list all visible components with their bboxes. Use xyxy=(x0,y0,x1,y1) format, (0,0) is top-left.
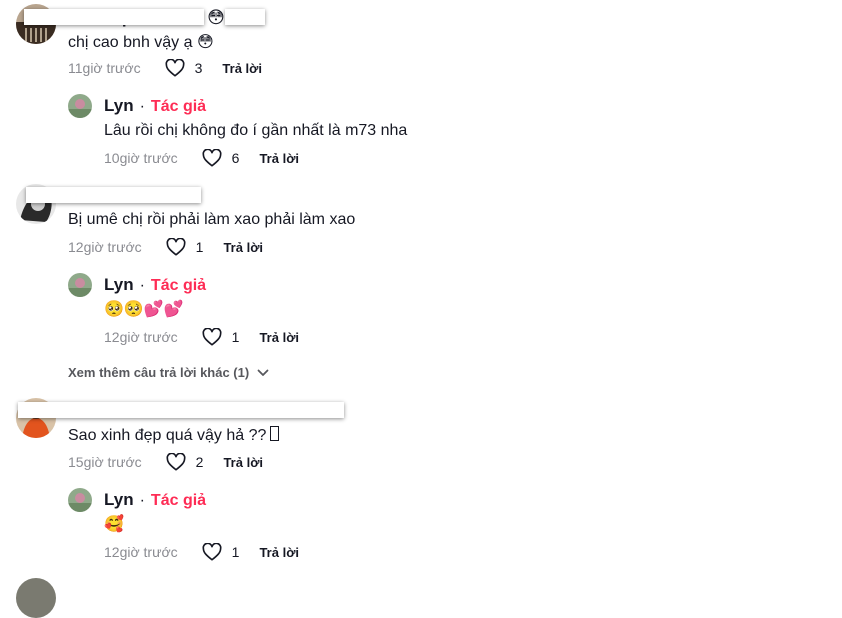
reply-button[interactable]: Trả lời xyxy=(259,151,299,166)
reply-meta: 10giờ trước 6 Trả lời xyxy=(104,149,299,167)
author-badge: Tác giả xyxy=(150,98,207,115)
redaction-bar xyxy=(24,9,204,25)
comment-text-body: chị cao bnh vậy ạ xyxy=(68,34,193,51)
like-count: 1 xyxy=(231,544,240,560)
like-count: 1 xyxy=(195,239,204,255)
reply-meta: 12giờ trước 1 Trả lời xyxy=(104,543,299,561)
reply-time: 10giờ trước xyxy=(104,150,178,166)
like-button[interactable]: 1 xyxy=(202,543,240,561)
comment-meta: 11giờ trước 3 Trả lời xyxy=(68,59,262,77)
like-button[interactable]: 3 xyxy=(165,59,203,77)
comment-text: Sao xinh đẹp quá vậy hả ?? xyxy=(68,426,280,445)
comment-emoji: 😳 xyxy=(196,32,214,51)
author-name[interactable]: Lyn xyxy=(104,275,134,295)
comment-time: 12giờ trước xyxy=(68,239,142,255)
reply-text: Lâu rồi chị không đo í gần nhất là m73 n… xyxy=(104,122,408,139)
like-count: 1 xyxy=(231,329,240,345)
separator-dot: · xyxy=(139,492,145,509)
author-name[interactable]: Lyn xyxy=(104,96,134,116)
view-more-replies-button[interactable]: Xem thêm câu trả lời khác (1) xyxy=(68,365,269,380)
like-count: 2 xyxy=(195,454,204,470)
author-avatar[interactable] xyxy=(68,273,92,297)
separator-dot: · xyxy=(139,277,145,294)
reply-button[interactable]: Trả lời xyxy=(223,455,263,470)
chevron-down-icon xyxy=(257,369,269,376)
heart-outline-icon xyxy=(166,453,186,471)
reply-header: Lyn · Tác giả xyxy=(104,490,206,510)
reply-text: 🥰 xyxy=(104,514,124,533)
reply-meta: 12giờ trước 1 Trả lời xyxy=(104,328,299,346)
reply-button[interactable]: Trả lời xyxy=(259,545,299,560)
redaction-bar xyxy=(225,9,265,25)
like-button[interactable]: 1 xyxy=(202,328,240,346)
heart-outline-icon xyxy=(166,238,186,256)
comment-time: 15giờ trước xyxy=(68,454,142,470)
view-more-label: Xem thêm câu trả lời khác (1) xyxy=(68,365,250,380)
like-button[interactable]: 6 xyxy=(202,149,240,167)
like-count: 6 xyxy=(231,150,240,166)
heart-outline-icon xyxy=(202,543,222,561)
reply-button[interactable]: Trả lời xyxy=(259,330,299,345)
missing-glyph-icon xyxy=(270,426,280,441)
separator-dot: · xyxy=(139,98,145,115)
author-avatar[interactable] xyxy=(68,94,92,118)
comment-meta: 15giờ trước 2 Trả lời xyxy=(68,453,263,471)
author-avatar[interactable] xyxy=(68,488,92,512)
heart-outline-icon xyxy=(202,328,222,346)
commenter-avatar[interactable] xyxy=(16,578,56,618)
like-button[interactable]: 1 xyxy=(166,238,204,256)
comment-text: Bị umê chị rồi phải làm xao phải làm xao xyxy=(68,211,356,228)
heart-outline-icon xyxy=(165,59,185,77)
reply-time: 12giờ trước xyxy=(104,329,178,345)
heart-outline-icon xyxy=(202,149,222,167)
like-button[interactable]: 2 xyxy=(166,453,204,471)
reply-text: 🥺🥺💕💕 xyxy=(104,299,184,318)
redaction-bar xyxy=(18,402,344,418)
comment-text-body: Sao xinh đẹp quá vậy hả ?? xyxy=(68,427,267,444)
author-name[interactable]: Lyn xyxy=(104,490,134,510)
reply-time: 12giờ trước xyxy=(104,544,178,560)
reply-header: Lyn · Tác giả xyxy=(104,96,206,116)
comment-meta: 12giờ trước 1 Trả lời xyxy=(68,238,263,256)
redaction-bar xyxy=(26,187,201,203)
author-badge: Tác giả xyxy=(150,492,207,509)
author-badge: Tác giả xyxy=(150,277,207,294)
comment-time: 11giờ trước xyxy=(68,60,141,76)
reply-header: Lyn · Tác giả xyxy=(104,275,206,295)
reply-button[interactable]: Trả lời xyxy=(223,240,263,255)
reply-button[interactable]: Trả lời xyxy=(222,61,262,76)
like-count: 3 xyxy=(194,60,203,76)
comment-text: chị cao bnh vậy ạ 😳 xyxy=(68,32,214,52)
